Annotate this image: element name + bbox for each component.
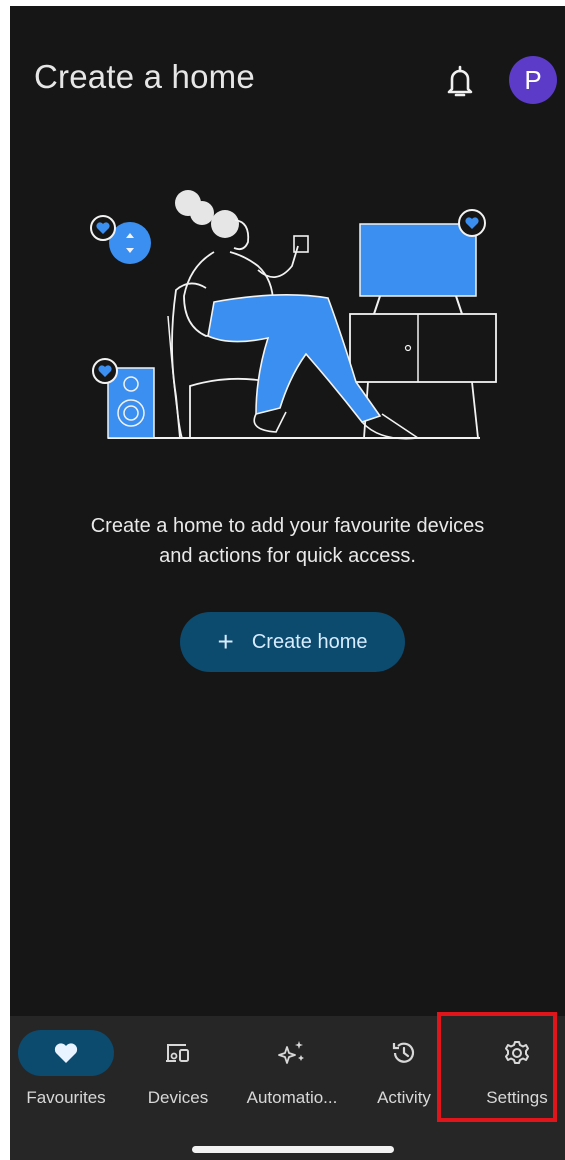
create-home-button[interactable]: + Create home: [180, 612, 405, 672]
message-line-2: and actions for quick access.: [159, 545, 416, 567]
avatar[interactable]: P: [509, 56, 557, 104]
history-icon: [392, 1042, 415, 1063]
nav-pill-devices: [130, 1030, 226, 1076]
notifications-button[interactable]: [442, 62, 478, 102]
header: Create a home P: [10, 6, 565, 156]
nav-item-favourites[interactable]: Favourites: [18, 1030, 114, 1130]
message-line-1: Create a home to add your favourite devi…: [90, 515, 485, 537]
home-indicator: [192, 1146, 394, 1153]
nav-pill-active: [18, 1030, 114, 1076]
nav-item-automations[interactable]: Automatio...: [242, 1030, 342, 1130]
nav-label-favourites: Favourites: [26, 1088, 106, 1107]
nav-label-activity: Activity: [377, 1088, 431, 1107]
sparkle-icon: [278, 1041, 304, 1064]
settings-highlight-box: [437, 1012, 557, 1122]
nav-item-devices[interactable]: Devices: [130, 1030, 226, 1130]
empty-state-message: Create a home to add your favourite devi…: [30, 511, 545, 571]
nav-label-devices: Devices: [147, 1088, 209, 1107]
bell-icon: [447, 65, 473, 97]
nav-pill-automations: [244, 1030, 340, 1076]
plus-icon: +: [217, 626, 234, 657]
nav-label-automations: Automatio...: [246, 1088, 338, 1107]
app-screen: Create a home P Create a home to add you…: [10, 6, 565, 1160]
create-home-label: Create home: [251, 630, 368, 653]
page-title: Create a home: [34, 58, 255, 95]
devices-icon: [166, 1044, 189, 1062]
heart-icon: [54, 1043, 78, 1063]
empty-state-illustration: [90, 190, 497, 440]
